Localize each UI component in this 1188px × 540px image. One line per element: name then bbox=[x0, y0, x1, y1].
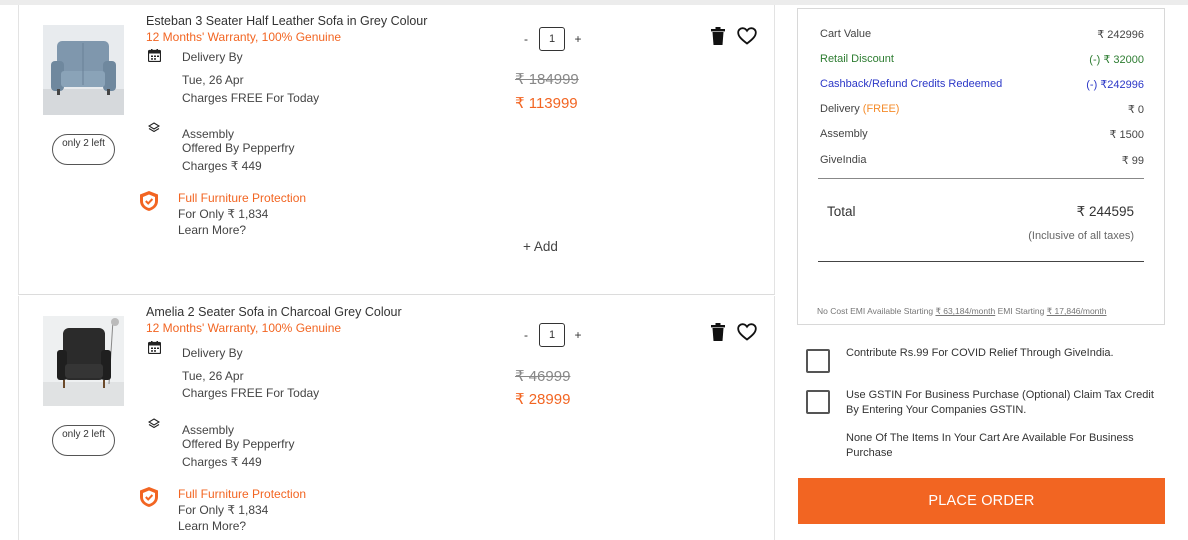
layers-icon bbox=[148, 418, 160, 429]
giveindia-row: GiveIndia ₹ 99 bbox=[820, 154, 1144, 170]
warranty-text: 12 Months' Warranty, 100% Genuine bbox=[146, 30, 342, 44]
cashback-label: Cashback/Refund Credits Redeemed bbox=[820, 78, 1003, 90]
assembly-charges: Charges ₹ 449 bbox=[182, 455, 262, 469]
warranty-text: 12 Months' Warranty, 100% Genuine bbox=[146, 321, 342, 335]
add-button[interactable]: + Add bbox=[523, 239, 558, 254]
delivery-charges: Charges FREE For Today bbox=[182, 386, 320, 400]
summary-divider bbox=[818, 178, 1144, 179]
original-price: ₹ 184999 bbox=[515, 71, 579, 88]
covid-contribution-label: Contribute Rs.99 For COVID Relief Throug… bbox=[846, 347, 1114, 359]
trash-icon[interactable] bbox=[711, 323, 725, 341]
sale-price: ₹ 28999 bbox=[515, 391, 571, 408]
delivery-value: ₹ 0 bbox=[1127, 104, 1144, 116]
cart-value-label: Cart Value bbox=[820, 28, 872, 40]
protection-title[interactable]: Full Furniture Protection bbox=[178, 486, 306, 502]
total-divider bbox=[818, 261, 1144, 262]
cart-item: only 2 left Esteban 3 Seater Half Leathe… bbox=[18, 5, 775, 295]
retail-discount-row: Retail Discount (-) ₹ 32000 bbox=[820, 53, 1144, 69]
stock-badge: only 2 left bbox=[52, 425, 115, 456]
charcoal-chair-image[interactable] bbox=[43, 316, 124, 406]
sale-price: ₹ 113999 bbox=[515, 95, 578, 112]
covid-contribution-checkbox[interactable] bbox=[806, 349, 830, 373]
delivery-label: Delivery By bbox=[182, 50, 243, 64]
increase-qty-button[interactable]: + bbox=[571, 328, 585, 342]
inclusive-taxes-note: (Inclusive of all taxes) bbox=[1028, 230, 1134, 242]
layers-icon bbox=[148, 122, 160, 133]
retail-discount-value: (-) ₹ 32000 bbox=[1089, 54, 1144, 66]
gstin-checkbox[interactable] bbox=[806, 390, 830, 414]
protection-price: For Only ₹ 1,834 bbox=[178, 207, 269, 221]
emi-standard-link[interactable]: ₹ 17,846/month bbox=[1047, 306, 1107, 316]
assembly-charges: Charges ₹ 449 bbox=[182, 159, 262, 173]
quantity-stepper: - 1 + bbox=[519, 323, 585, 347]
increase-qty-button[interactable]: + bbox=[571, 32, 585, 46]
product-name[interactable]: Amelia 2 Seater Sofa in Charcoal Grey Co… bbox=[146, 305, 402, 319]
delivery-charges: Charges FREE For Today bbox=[182, 91, 320, 105]
original-price: ₹ 46999 bbox=[515, 368, 571, 385]
delivery-date: Tue, 26 Apr bbox=[182, 73, 244, 87]
cashback-row: Cashback/Refund Credits Redeemed (-) ₹24… bbox=[820, 78, 1144, 94]
shield-check-icon bbox=[140, 191, 158, 211]
decrease-qty-button[interactable]: - bbox=[519, 32, 533, 46]
wishlist-heart-icon[interactable] bbox=[737, 27, 757, 45]
assembly-row: Assembly ₹ 1500 bbox=[820, 128, 1144, 144]
free-tag: (FREE) bbox=[862, 103, 900, 115]
shield-check-icon bbox=[140, 487, 158, 507]
emi-no-cost-link[interactable]: ₹ 63,184/month bbox=[935, 306, 995, 316]
retail-discount-label: Retail Discount bbox=[820, 53, 894, 65]
calendar-icon bbox=[148, 341, 161, 354]
assembly-offered-by: Offered By Pepperfry bbox=[182, 437, 295, 451]
place-order-button[interactable]: PLACE ORDER bbox=[798, 478, 1165, 524]
emi-prefix: No Cost EMI Available Starting bbox=[817, 306, 934, 316]
protection-title[interactable]: Full Furniture Protection bbox=[178, 190, 306, 206]
total-label: Total bbox=[827, 204, 856, 219]
assembly-value: ₹ 1500 bbox=[1109, 129, 1144, 141]
emi-mid: EMI Starting bbox=[997, 306, 1045, 316]
assembly-offered-by: Offered By Pepperfry bbox=[182, 141, 295, 155]
decrease-qty-button[interactable]: - bbox=[519, 328, 533, 342]
protection-price: For Only ₹ 1,834 bbox=[178, 503, 269, 517]
cart-value: ₹ 242996 bbox=[1097, 29, 1144, 41]
quantity-input[interactable]: 1 bbox=[539, 27, 565, 51]
cashback-value: (-) ₹242996 bbox=[1086, 79, 1144, 91]
delivery-label: Delivery By bbox=[182, 346, 243, 360]
trash-icon[interactable] bbox=[711, 27, 725, 45]
delivery-summary-label: Delivery bbox=[820, 103, 860, 115]
quantity-input[interactable]: 1 bbox=[539, 323, 565, 347]
order-summary: Cart Value ₹ 242996 Retail Discount (-) … bbox=[797, 8, 1165, 325]
emi-info: No Cost EMI Available Starting ₹ 63,184/… bbox=[817, 306, 1107, 317]
calendar-icon bbox=[148, 49, 161, 62]
learn-more-link[interactable]: Learn More? bbox=[178, 222, 246, 238]
delivery-row: Delivery (FREE) ₹ 0 bbox=[820, 103, 1144, 119]
assembly-summary-label: Assembly bbox=[820, 128, 868, 140]
wishlist-heart-icon[interactable] bbox=[737, 323, 757, 341]
stock-badge: only 2 left bbox=[52, 134, 115, 165]
cart-value-row: Cart Value ₹ 242996 bbox=[820, 28, 1144, 44]
giveindia-label: GiveIndia bbox=[820, 154, 867, 166]
giveindia-value: ₹ 99 bbox=[1121, 155, 1144, 167]
gstin-label: Use GSTIN For Business Purchase (Optiona… bbox=[846, 389, 1154, 416]
grey-sofa-image[interactable] bbox=[43, 25, 124, 115]
cart-item: only 2 left Amelia 2 Seater Sofa in Char… bbox=[18, 296, 775, 540]
delivery-date: Tue, 26 Apr bbox=[182, 369, 244, 383]
learn-more-link[interactable]: Learn More? bbox=[178, 518, 246, 534]
cart-items-list: only 2 left Esteban 3 Seater Half Leathe… bbox=[18, 5, 775, 540]
total-value: ₹ 244595 bbox=[1076, 204, 1134, 219]
gstin-note: None Of The Items In Your Cart Are Avail… bbox=[846, 432, 1134, 459]
product-name[interactable]: Esteban 3 Seater Half Leather Sofa in Gr… bbox=[146, 14, 427, 28]
quantity-stepper: - 1 + bbox=[519, 27, 585, 51]
